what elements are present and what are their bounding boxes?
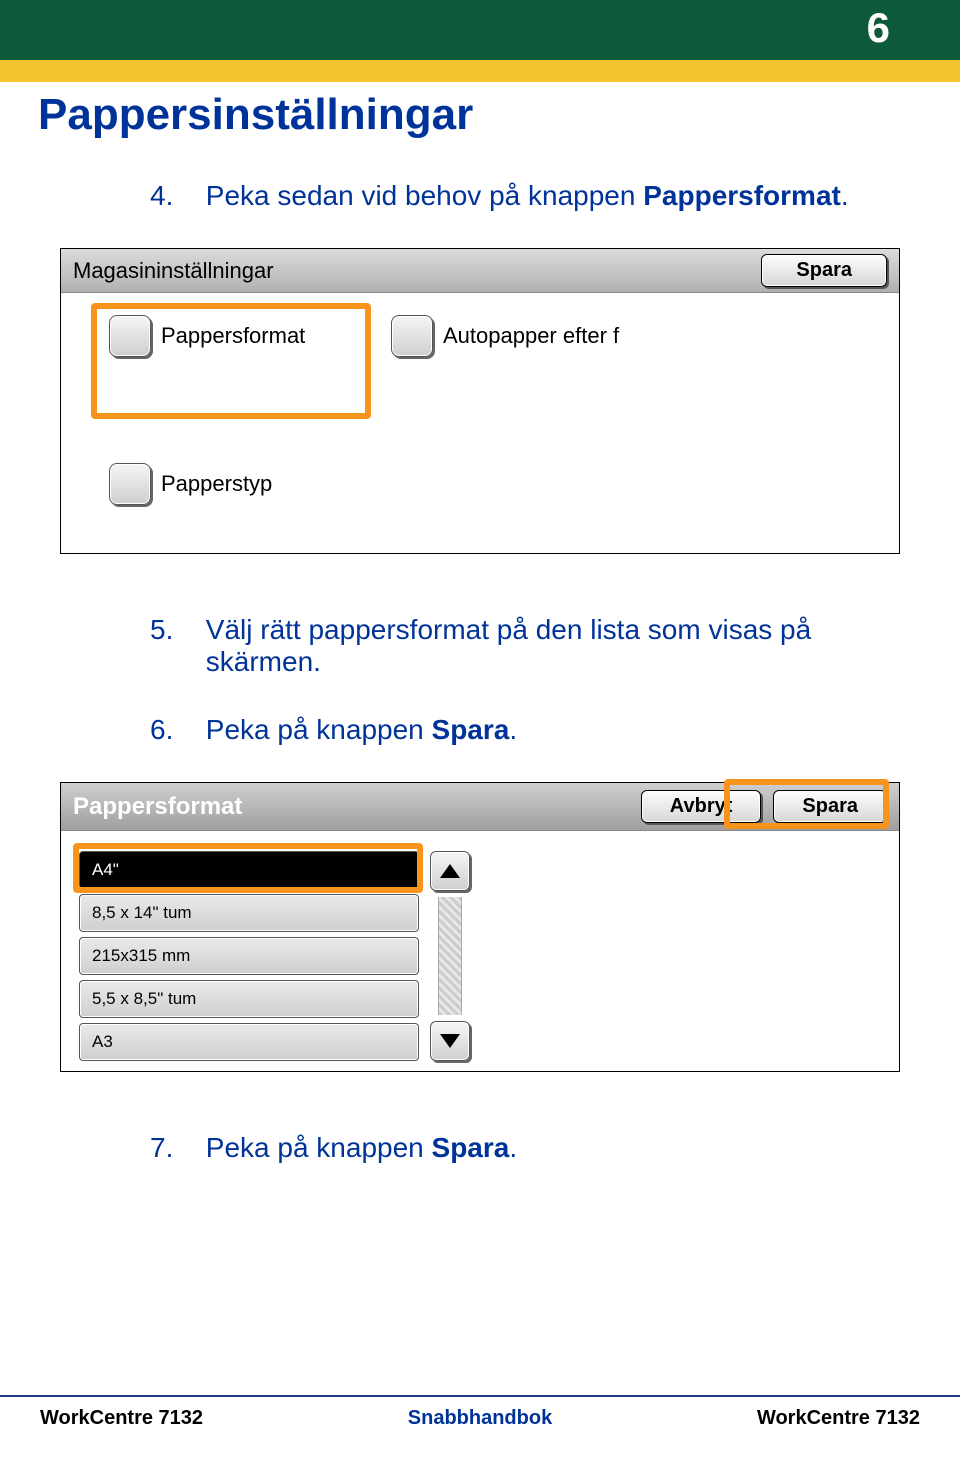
settings-panel: Magasininställningar Spara Pappersformat… [60,248,900,554]
list-item[interactable]: 215x315 mm [79,937,419,975]
format-listbox: A4" 8,5 x 14" tum 215x315 mm 5,5 x 8,5" … [79,851,419,1066]
cancel-button[interactable]: Avbryt [641,790,762,823]
step-text: Peka på knappen [206,714,432,745]
footer-right: WorkCentre 7132 [757,1407,920,1430]
scroll-column [427,851,473,1061]
accent-bar [0,60,960,82]
paper-format-chip[interactable] [109,315,151,357]
instruction-7: 7. Peka på knappen Spara. [150,1132,850,1164]
panel-title: Magasininställningar [73,258,274,284]
step-bold: Spara [432,1132,510,1163]
instruction-4: 4. Peka sedan vid behov på knappen Pappe… [150,180,850,212]
instruction-5: 5. Välj rätt pappersformat på den lista … [150,614,850,678]
format-panel: Pappersformat Avbryt Spara A4" 8,5 x 14"… [60,782,900,1072]
panel-body: A4" 8,5 x 14" tum 215x315 mm 5,5 x 8,5" … [61,831,899,1071]
list-item[interactable]: 8,5 x 14" tum [79,894,419,932]
panel-title: Pappersformat [73,793,242,821]
paper-type-label: Papperstyp [161,471,272,497]
step-suffix: . [509,714,517,745]
panel-titlebar: Magasininställningar Spara [61,249,899,293]
step-number: 5. [150,614,198,646]
scroll-track[interactable] [438,897,462,1015]
page-number: 6 [867,4,890,52]
step-bold: Spara [432,714,510,745]
step-number: 7. [150,1132,198,1164]
save-button[interactable]: Spara [761,254,887,287]
step-text: Välj rätt pappersformat på den lista som… [206,614,826,678]
paper-type-chip[interactable] [109,463,151,505]
step-text: Peka på knappen [206,1132,432,1163]
list-item[interactable]: 5,5 x 8,5" tum [79,980,419,1018]
list-item[interactable]: A3 [79,1023,419,1061]
header-bar: 6 [0,0,960,60]
page-title: Pappersinställningar [38,90,960,140]
panel-titlebar: Pappersformat Avbryt Spara [61,783,899,831]
list-item[interactable]: A4" [79,851,419,889]
footer: WorkCentre 7132 Snabbhandbok WorkCentre … [0,1395,960,1430]
instruction-6: 6. Peka på knappen Spara. [150,714,850,746]
chevron-up-icon [440,864,460,878]
chevron-down-icon [440,1034,460,1048]
step-text: Peka sedan vid behov på knappen [206,180,643,211]
step-suffix: . [509,1132,517,1163]
step-bold: Pappersformat [643,180,841,211]
paper-format-label: Pappersformat [161,323,305,349]
save-button[interactable]: Spara [773,790,887,823]
scroll-down-button[interactable] [430,1021,470,1061]
step-number: 4. [150,180,198,212]
step-number: 6. [150,714,198,746]
panel-body: Pappersformat Autopapper efter f Pappers… [61,293,899,553]
step-suffix: . [841,180,849,211]
scroll-up-button[interactable] [430,851,470,891]
auto-paper-label: Autopapper efter f [443,323,619,349]
auto-paper-chip[interactable] [391,315,433,357]
footer-center: Snabbhandbok [408,1407,552,1430]
footer-left: WorkCentre 7132 [40,1407,203,1430]
